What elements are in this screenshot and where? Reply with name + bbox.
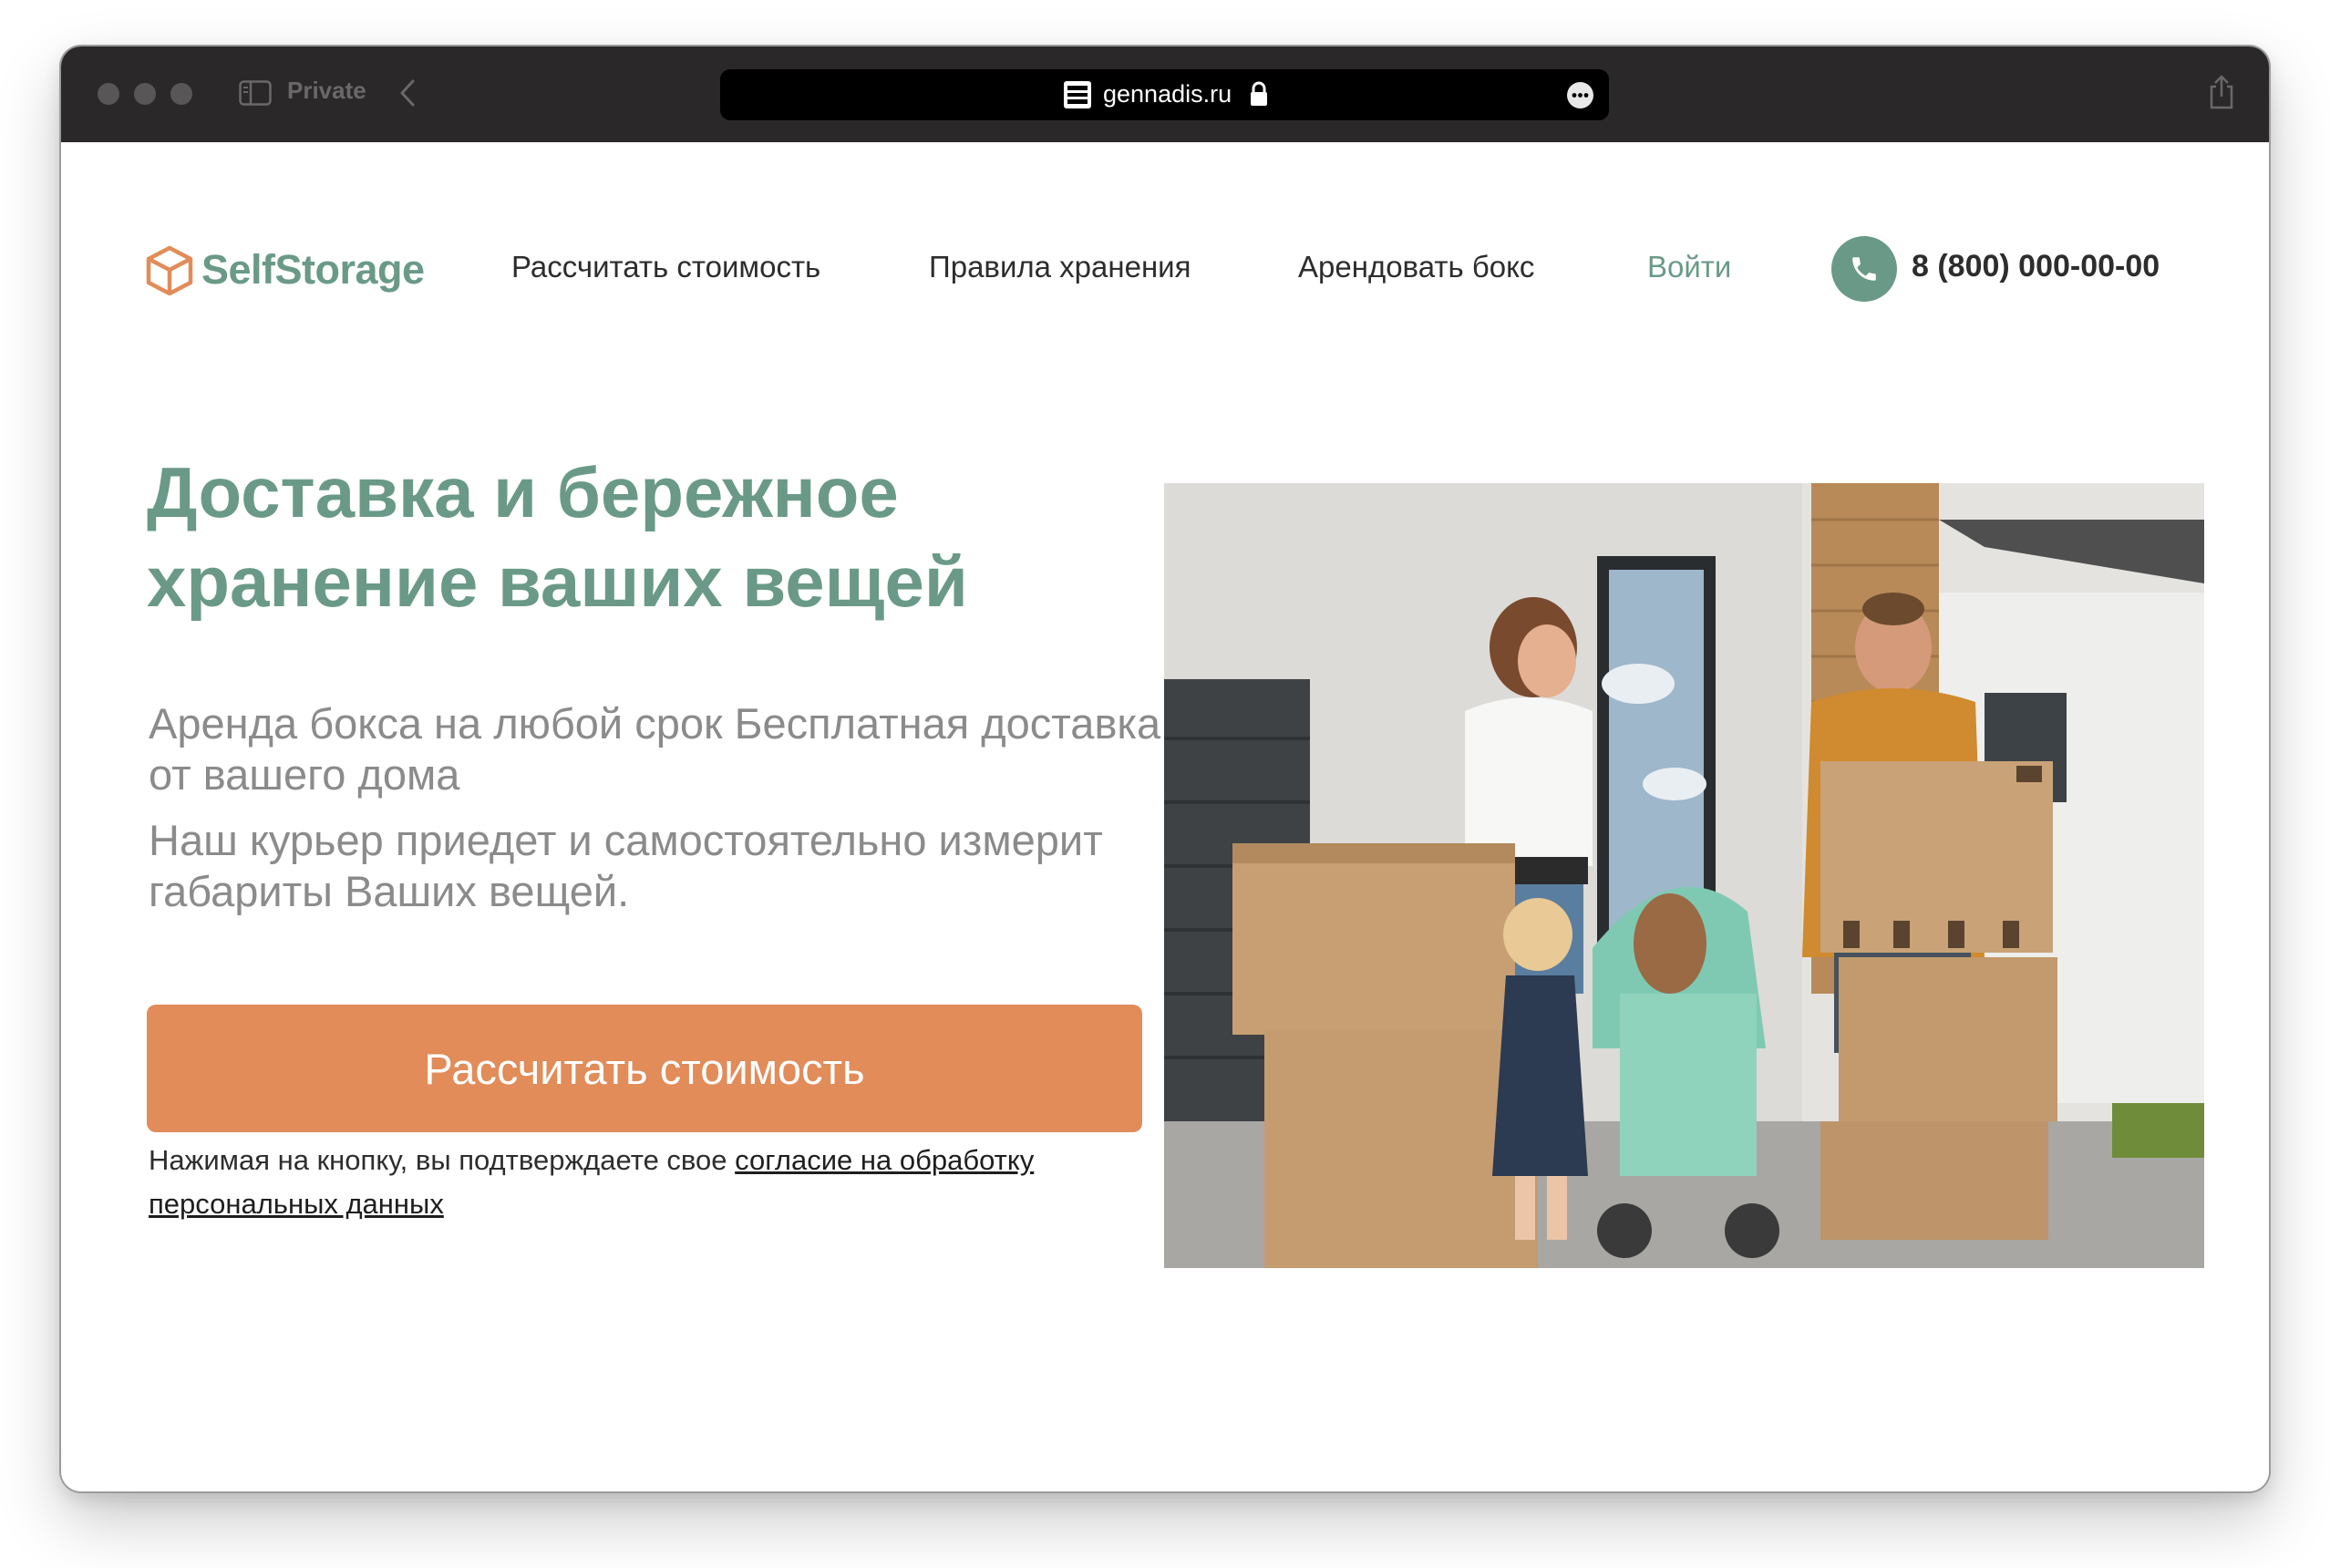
nav-storage-rules[interactable]: Правила хранения: [929, 250, 1191, 284]
nav-calculate-cost[interactable]: Рассчитать стоимость: [511, 250, 820, 284]
chevron-left-icon[interactable]: [395, 77, 422, 108]
consent-text: Нажимая на кнопку, вы подтверждаете свое: [149, 1144, 736, 1176]
browser-toolbar: Private gennadis.ru: [61, 46, 2269, 142]
calculate-cost-button[interactable]: Рассчитать стоимость: [147, 1005, 1142, 1132]
logo-text: SelfStorage: [201, 246, 425, 293]
browser-window: Private gennadis.ru SelfStorage Рассчита…: [61, 46, 2269, 1491]
nav-rent-box[interactable]: Арендовать бокс: [1298, 250, 1534, 284]
phone-button[interactable]: [1831, 236, 1897, 302]
hero-title: Доставка и бережное хранение ваших вещей: [147, 448, 1195, 626]
hero-title-line-1: Доставка и бережное: [147, 452, 899, 532]
more-icon[interactable]: [1566, 81, 1594, 109]
hero-title-line-2: хранение ваших вещей: [147, 542, 968, 622]
phone-icon: [1852, 257, 1876, 281]
sidebar-icon[interactable]: [239, 80, 272, 106]
close-window-button[interactable]: [98, 83, 119, 105]
lock-icon: [1251, 81, 1267, 106]
consent-note: Нажимая на кнопку, вы подтверждаете свое…: [149, 1139, 1151, 1226]
phone-number[interactable]: 8 (800) 000-00-00: [1912, 249, 2160, 284]
private-mode-label: Private: [287, 77, 366, 104]
hero-subtitle-1: Аренда бокса на любой срок Бесплатная до…: [149, 699, 1161, 799]
address-bar[interactable]: gennadis.ru: [720, 69, 1609, 120]
url-text: gennadis.ru: [1103, 80, 1232, 108]
nav-login[interactable]: Войти: [1647, 250, 1731, 284]
hero-subtitle-2: Наш курьер приедет и самостоятельно изме…: [149, 816, 1103, 915]
hero-photo: [1164, 483, 2204, 1268]
site-logo[interactable]: SelfStorage: [145, 242, 425, 297]
zoom-window-button[interactable]: [170, 83, 192, 105]
web-page: SelfStorage Рассчитать стоимость Правила…: [61, 142, 2269, 1491]
site-favicon-icon: [1064, 81, 1091, 108]
box-icon: [146, 245, 193, 295]
share-icon[interactable]: [2207, 74, 2236, 110]
minimize-window-button[interactable]: [134, 83, 156, 105]
